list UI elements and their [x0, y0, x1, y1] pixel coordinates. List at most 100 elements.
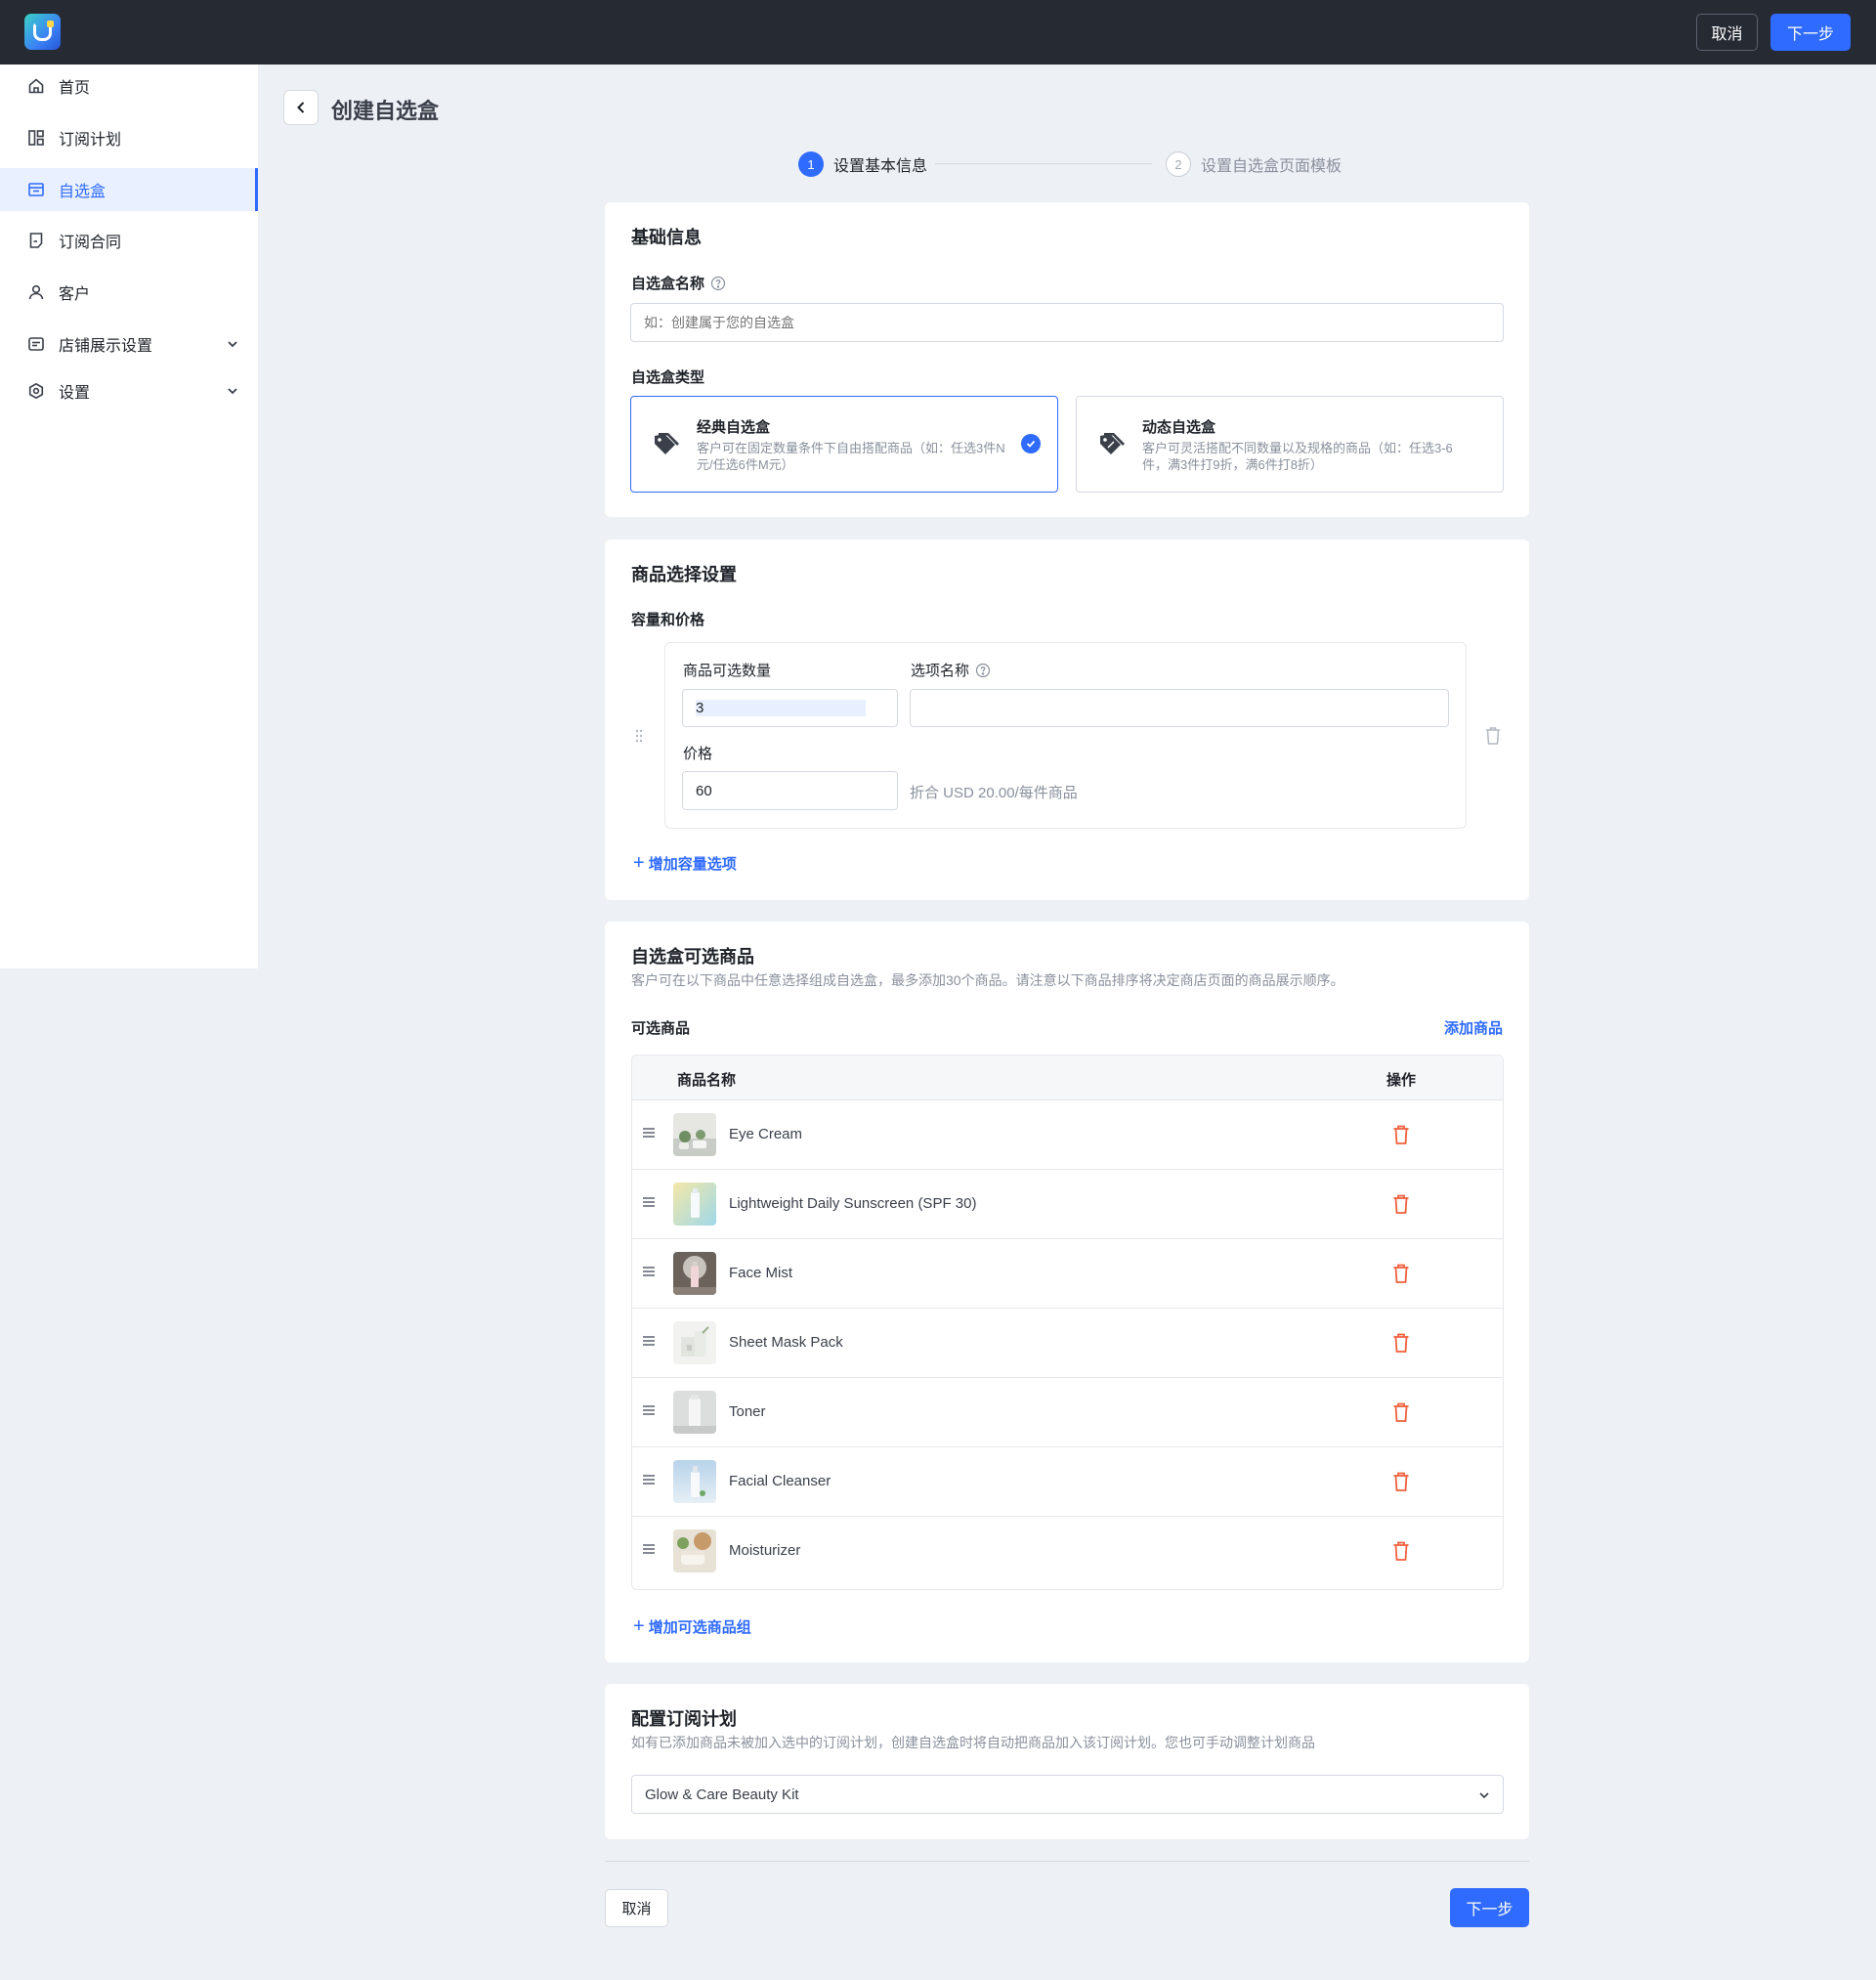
- table-row: Eye Cream: [632, 1100, 1503, 1170]
- subscription-plan-select[interactable]: Glow & Care Beauty Kit: [631, 1775, 1504, 1814]
- help-icon[interactable]: [975, 663, 991, 678]
- chevron-down-icon: [228, 388, 237, 395]
- table-row: Facial Cleanser: [632, 1447, 1503, 1517]
- capacity-label: 容量和价格: [631, 612, 705, 628]
- sidebar-item-label: 首页: [59, 80, 91, 97]
- logo-dot: [47, 21, 54, 27]
- label-text: 自选盒名称: [631, 276, 705, 292]
- delete-icon[interactable]: [1392, 1263, 1410, 1284]
- sidebar-item-home[interactable]: 首页: [0, 65, 258, 108]
- tag-percent-icon: [1100, 433, 1125, 454]
- sidebar-item-label: 订阅合同: [59, 235, 122, 251]
- section-description: 客户可在以下商品中任意选择组成自选盒，最多添加30个商品。请注意以下商品排序将决…: [631, 972, 1344, 988]
- back-button[interactable]: [283, 90, 319, 125]
- product-thumbnail: [673, 1460, 716, 1503]
- selectable-products-card: 自选盒可选商品 客户可在以下商品中任意选择组成自选盒，最多添加30个商品。请注意…: [605, 922, 1529, 1662]
- drag-handle-icon[interactable]: [642, 1335, 656, 1347]
- section-title: 商品选择设置: [631, 565, 737, 584]
- table-header: 商品名称 操作: [632, 1055, 1503, 1100]
- quantity-label: 商品可选数量: [683, 663, 772, 679]
- drag-handle-icon[interactable]: [642, 1404, 656, 1416]
- product-name: Sheet Mask Pack: [729, 1334, 843, 1351]
- drag-handle-icon[interactable]: [642, 1543, 656, 1555]
- drag-handle-icon[interactable]: [642, 1196, 656, 1208]
- top-bar: 取消 下一步: [0, 0, 1876, 65]
- chevron-left-icon: [297, 102, 305, 113]
- next-button[interactable]: 下一步: [1450, 1888, 1529, 1927]
- table-row: Face Mist: [632, 1239, 1503, 1309]
- drag-handle-icon[interactable]: [642, 1127, 656, 1139]
- product-name: Lightweight Daily Sunscreen (SPF 30): [729, 1195, 977, 1212]
- help-icon[interactable]: [710, 276, 726, 291]
- step-connector: [935, 163, 1152, 164]
- type-description: 客户可在固定数量条件下自由搭配商品（如：任选3件N元/任选6件M元）: [697, 441, 1005, 472]
- option-name-input[interactable]: [910, 689, 1449, 727]
- sidebar-item-subscription-contracts[interactable]: 订阅合同: [0, 219, 258, 262]
- settings-icon: [27, 382, 45, 400]
- add-product-group-link[interactable]: + 增加可选商品组: [633, 1615, 751, 1638]
- product-thumbnail: [673, 1321, 716, 1364]
- sidebar-item-store-display[interactable]: 店铺展示设置: [0, 323, 258, 366]
- section-title: 配置订阅计划: [631, 1709, 737, 1729]
- product-selection-card: 商品选择设置 容量和价格 商品可选数量 3 选项名称 价格 60 折合 USD …: [605, 539, 1529, 900]
- delete-icon[interactable]: [1392, 1193, 1410, 1215]
- product-name: Facial Cleanser: [729, 1473, 831, 1489]
- add-capacity-option-link[interactable]: + 增加容量选项: [633, 852, 737, 875]
- sidebar-item-label: 设置: [59, 385, 91, 402]
- sidebar-item-customers[interactable]: 客户: [0, 271, 258, 314]
- sidebar-item-subscription-plans[interactable]: 订阅计划: [0, 116, 258, 159]
- user-icon: [27, 283, 45, 301]
- delete-icon[interactable]: [1392, 1124, 1410, 1145]
- sidebar-item-settings[interactable]: 设置: [0, 369, 258, 412]
- product-name: Moisturizer: [729, 1542, 801, 1559]
- product-thumbnail: [673, 1113, 716, 1156]
- column-header-name: 商品名称: [677, 1072, 737, 1089]
- sidebar: 首页 订阅计划 自选盒 订阅合同 客户 店铺展示设置 设置: [0, 65, 258, 968]
- products-table: 商品名称 操作 Eye Cream Lightweight Daily Suns…: [631, 1055, 1504, 1590]
- section-title: 自选盒可选商品: [631, 947, 754, 967]
- footer-divider: [605, 1861, 1529, 1862]
- box-name-input[interactable]: [630, 303, 1504, 342]
- table-row: Moisturizer: [632, 1517, 1503, 1586]
- drag-handle-icon[interactable]: [642, 1474, 656, 1485]
- product-thumbnail: [673, 1252, 716, 1295]
- selected-plan: Glow & Care Beauty Kit: [645, 1786, 799, 1803]
- delete-icon[interactable]: [1392, 1332, 1410, 1354]
- top-next-button[interactable]: 下一步: [1770, 14, 1851, 51]
- delete-icon[interactable]: [1392, 1401, 1410, 1423]
- step-label: 设置自选盒页面模板: [1201, 158, 1343, 175]
- home-icon: [27, 77, 45, 95]
- section-title: 基础信息: [631, 228, 702, 247]
- type-option-classic[interactable]: 经典自选盒 客户可在固定数量条件下自由搭配商品（如：任选3件N元/任选6件M元）: [630, 396, 1058, 493]
- price-input[interactable]: 60: [682, 771, 898, 810]
- delete-icon[interactable]: [1392, 1540, 1410, 1562]
- products-list-label: 可选商品: [631, 1020, 691, 1037]
- price-label: 价格: [683, 746, 713, 762]
- column-header-action: 操作: [1386, 1072, 1417, 1089]
- delete-icon[interactable]: [1392, 1471, 1410, 1492]
- top-cancel-button[interactable]: 取消: [1696, 14, 1758, 51]
- quantity-input[interactable]: 3: [682, 689, 898, 727]
- cancel-button[interactable]: 取消: [605, 1889, 668, 1927]
- drag-handle-icon[interactable]: [634, 728, 644, 744]
- plus-icon: +: [633, 1615, 645, 1637]
- step-label: 设置基本信息: [833, 158, 928, 175]
- trash-icon[interactable]: [1483, 725, 1503, 747]
- product-name: Eye Cream: [729, 1126, 803, 1142]
- product-thumbnail: [673, 1183, 716, 1226]
- contract-icon: [27, 232, 45, 249]
- add-product-link[interactable]: 添加商品: [1444, 1017, 1503, 1038]
- sidebar-item-label: 自选盒: [59, 184, 107, 200]
- product-name: Toner: [729, 1403, 766, 1420]
- product-name: Face Mist: [729, 1265, 793, 1281]
- basic-info-card: 基础信息 自选盒名称 自选盒类型 经典自选盒 客户可在固定数量条件下自由搭配商品…: [605, 202, 1529, 517]
- app-logo[interactable]: [24, 14, 61, 50]
- tags-icon: [655, 433, 679, 454]
- drag-handle-icon[interactable]: [642, 1266, 656, 1277]
- plus-icon: +: [633, 852, 645, 874]
- subscription-plan-card: 配置订阅计划 如有已添加商品未被加入选中的订阅计划，创建自选盒时将自动把商品加入…: [605, 1684, 1529, 1839]
- type-option-dynamic[interactable]: 动态自选盒 客户可灵活搭配不同数量以及规格的商品（如：任选3-6件，满3件打9折…: [1076, 396, 1504, 493]
- step-number: 1: [798, 151, 824, 177]
- step-number: 2: [1166, 151, 1191, 177]
- sidebar-item-choice-box[interactable]: 自选盒: [0, 168, 258, 211]
